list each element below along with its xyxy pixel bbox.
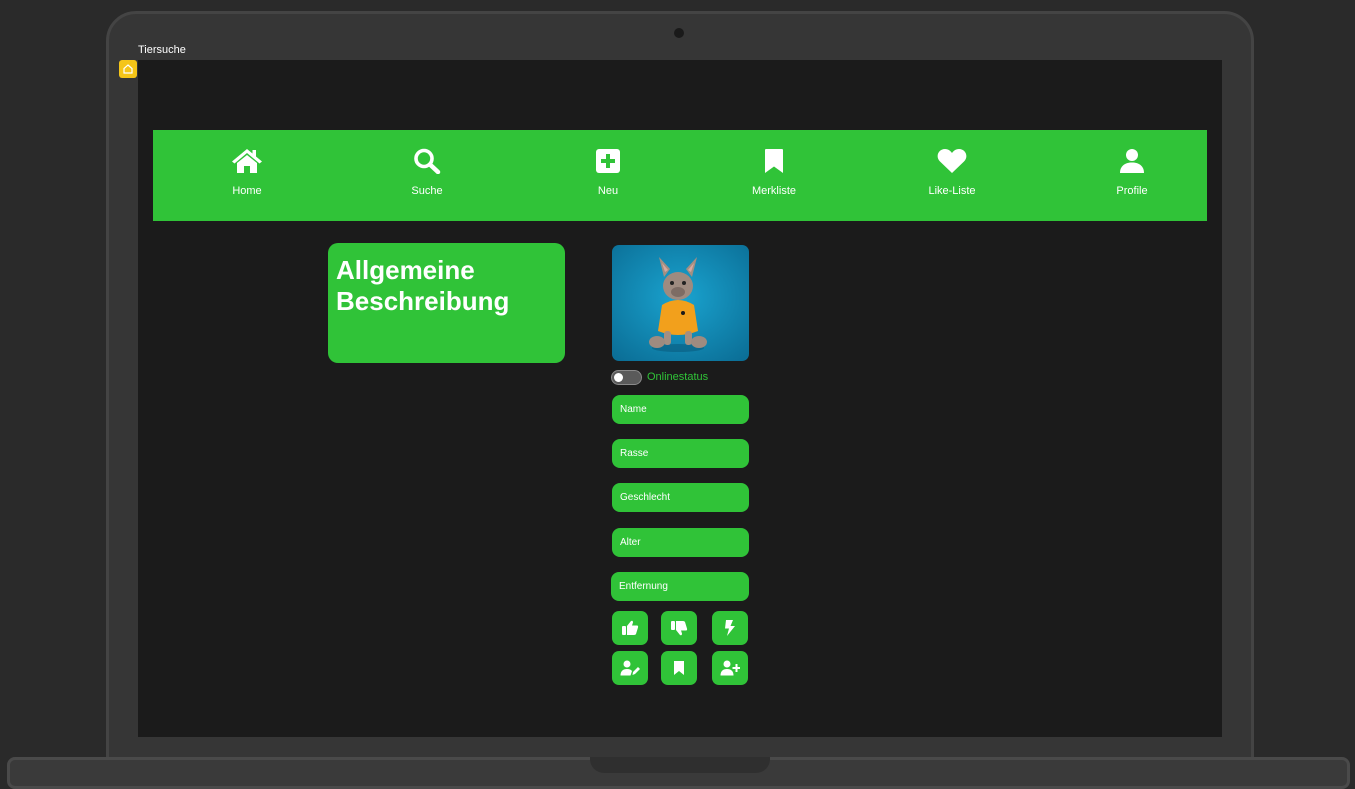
description-title: Allgemeine Beschreibung [336,255,510,316]
nav-label-search: Suche [411,185,443,197]
description-card: Allgemeine Beschreibung [328,243,565,363]
laptop-notch [590,757,770,773]
thumbs-up-icon [622,620,639,635]
breed-field[interactable]: Rasse [612,439,749,468]
search-icon [414,148,441,174]
online-status-label: Onlinestatus [647,371,709,383]
nav-item-home[interactable]: Home [187,148,307,197]
online-status-toggle[interactable] [611,370,642,385]
distance-field[interactable]: Entfernung [611,572,749,601]
nav-label-likes: Like-Liste [928,185,976,197]
edit-profile-button[interactable] [612,651,648,685]
nav-label-home: Home [232,185,262,197]
dislike-button[interactable] [661,611,697,645]
app-screen: Home Suche Neu Merkliste Like-Liste Prof… [138,60,1222,737]
name-field[interactable]: Name [612,395,749,424]
nav-item-search[interactable]: Suche [367,148,487,197]
nav-item-bookmarks[interactable]: Merkliste [714,148,834,197]
nav-label-profile: Profile [1116,185,1148,197]
app-tab-icon[interactable] [119,60,137,78]
bookmark-icon [674,661,684,675]
add-friend-button[interactable] [712,651,748,685]
thumbs-down-icon [671,621,688,636]
like-button[interactable] [612,611,648,645]
home-icon [232,149,262,173]
user-edit-icon [620,660,640,676]
window-title: Tiersuche [138,44,186,56]
user-plus-icon [720,660,740,676]
bookmark-icon [765,149,783,173]
nav-bar: Home Suche Neu Merkliste Like-Liste Prof… [153,130,1207,221]
nav-label-bookmarks: Merkliste [751,185,796,197]
toggle-knob [614,373,623,382]
user-icon [1120,149,1144,173]
heart-icon [937,149,967,173]
nav-item-profile[interactable]: Profile [1072,148,1192,197]
camera-dot [674,28,684,38]
bookmark-button[interactable] [661,651,697,685]
superlike-button[interactable] [712,611,748,645]
age-field[interactable]: Alter [612,528,749,557]
plus-square-icon [596,149,620,173]
nav-label-new: Neu [597,185,619,197]
lightning-icon [725,620,735,636]
pet-photo [612,245,749,361]
gender-field[interactable]: Geschlecht [612,483,749,512]
nav-item-likes[interactable]: Like-Liste [892,148,1012,197]
nav-item-new[interactable]: Neu [548,148,668,197]
